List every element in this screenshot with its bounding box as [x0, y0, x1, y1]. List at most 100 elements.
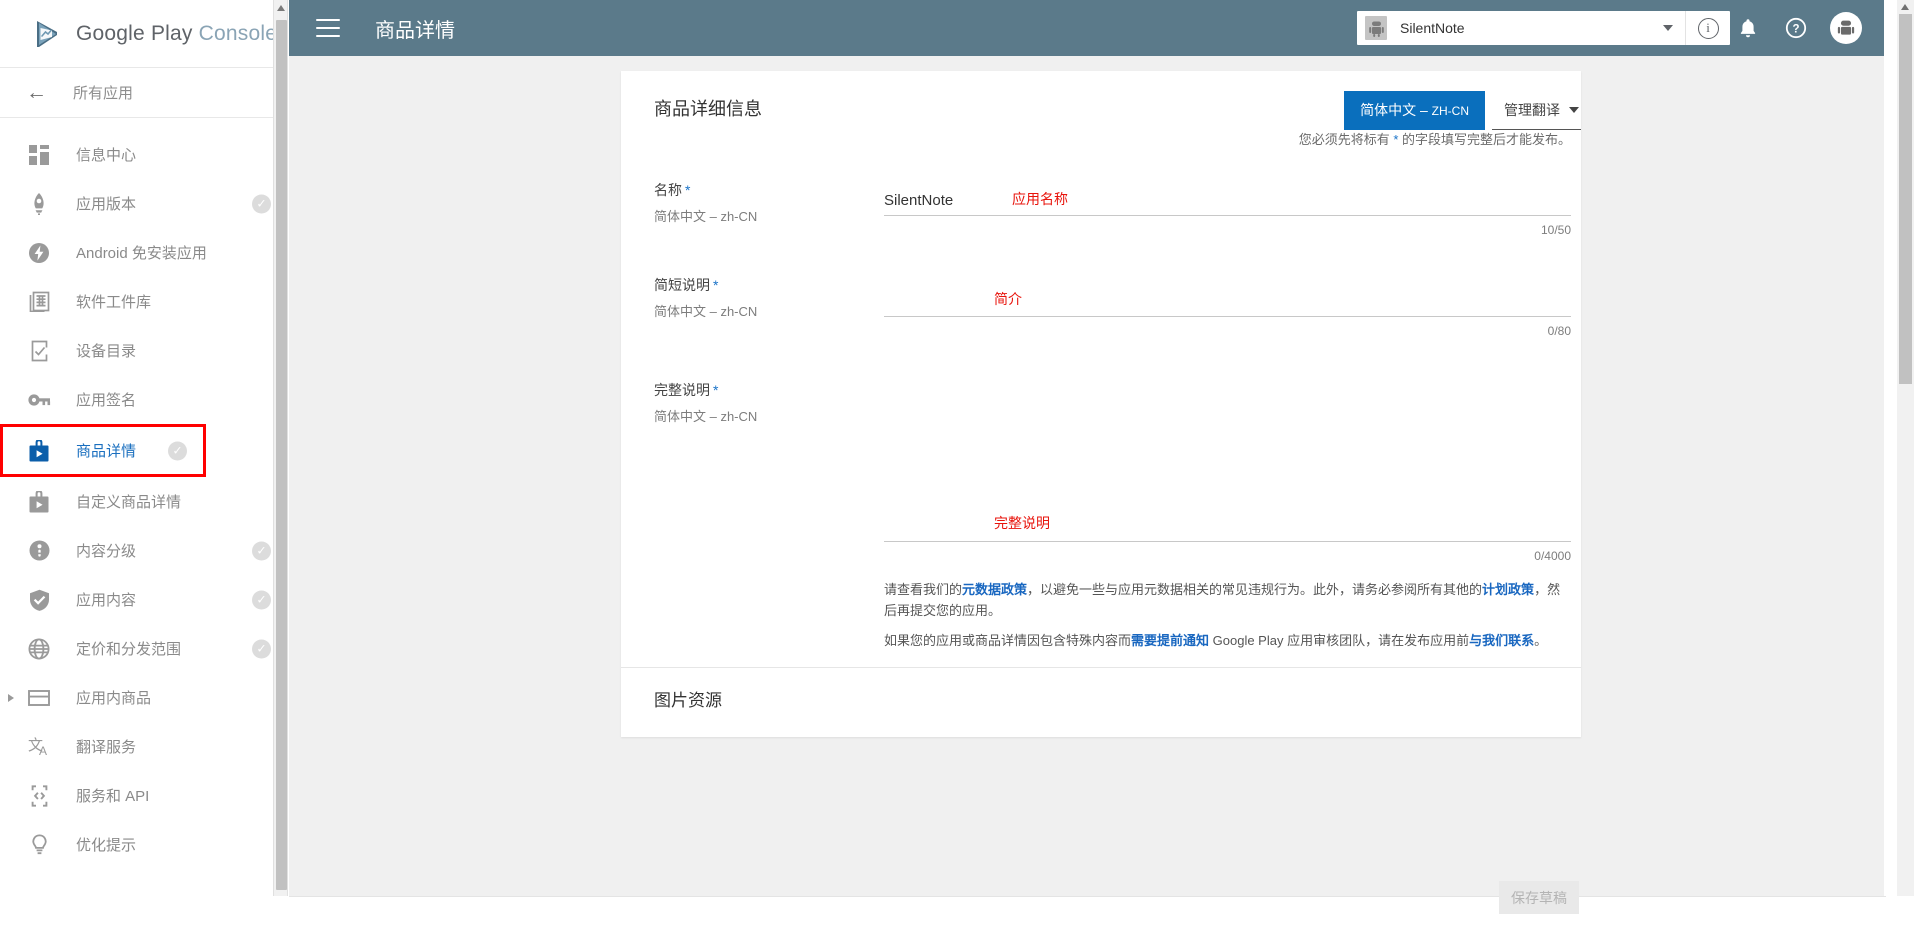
- rocket-icon: [26, 191, 52, 217]
- scroll-up-arrow-icon[interactable]: [277, 5, 285, 11]
- short-description-counter: 0/80: [884, 324, 1571, 338]
- main-content: 商品详细信息 简体中文 – ZH-CN 管理翻译 您必须先将标有 * 的字段填写…: [289, 56, 1884, 896]
- app-selector[interactable]: SilentNote i: [1357, 11, 1730, 45]
- annotation-short-description: 简介: [994, 289, 1022, 309]
- full-description-counter: 0/4000: [884, 549, 1571, 563]
- field-locale-label: 简体中文 – zh-CN: [654, 206, 884, 225]
- manage-translations-label: 管理翻译: [1504, 100, 1560, 120]
- policy-paragraph-1: 请查看我们的元数据政策，以避免一些与应用元数据相关的常见违规行为。此外，请务必参…: [884, 579, 1571, 621]
- sidebar-item-4[interactable]: 设备目录: [0, 326, 287, 375]
- check-circle-icon: ✓: [252, 590, 271, 609]
- sidebar-scrollbar[interactable]: [273, 0, 287, 896]
- chevron-right-icon[interactable]: [8, 694, 14, 702]
- field-input-full-description[interactable]: 完整说明 0/4000: [884, 378, 1571, 563]
- sidebar-item-label: 应用内商品: [76, 687, 151, 708]
- scroll-up-arrow-icon[interactable]: [1901, 4, 1909, 10]
- bell-icon[interactable]: [1734, 14, 1762, 42]
- credit-card-icon: [26, 685, 52, 711]
- sidebar-item-label: 软件工件库: [76, 291, 151, 312]
- sidebar-item-11[interactable]: 应用内商品: [0, 673, 287, 722]
- device-catalog-icon: [26, 338, 52, 364]
- language-tab-button[interactable]: 简体中文 – ZH-CN: [1344, 91, 1485, 130]
- brand-logo-text-console: Console: [199, 22, 277, 45]
- required-note-post: 的字段填写完整后才能发布。: [1398, 132, 1571, 147]
- language-name: 简体中文: [1360, 102, 1416, 118]
- back-to-all-apps[interactable]: ← 所有应用: [0, 68, 287, 118]
- field-title-text: 名称: [654, 182, 682, 198]
- window-scrollbar-thumb[interactable]: [1899, 14, 1912, 384]
- check-circle-icon: ✓: [252, 639, 271, 658]
- lightbulb-icon: [26, 832, 52, 858]
- title-input[interactable]: SilentNote 应用名称: [884, 178, 1571, 216]
- custom-store-listing-icon: [26, 489, 52, 515]
- save-draft-button[interactable]: 保存草稿: [1499, 881, 1579, 914]
- question-circle-icon[interactable]: ?: [1782, 14, 1810, 42]
- sidebar-item-9[interactable]: 应用内容 ✓: [0, 575, 287, 624]
- sidebar-item-label: 应用版本: [76, 193, 136, 214]
- code-brackets-icon: [26, 783, 52, 809]
- brand-logo-text: Google Play Console: [76, 22, 277, 46]
- play-triangle-icon: [32, 18, 64, 50]
- info-circle-icon[interactable]: i: [1686, 11, 1730, 45]
- field-label-short-description: 简短说明* 简体中文 – zh-CN: [654, 273, 884, 338]
- instant-bolt-icon: [26, 240, 52, 266]
- contact-us-link[interactable]: 与我们联系: [1469, 633, 1534, 648]
- sidebar-item-label: 应用内容: [76, 589, 136, 610]
- sidebar-item-0[interactable]: 信息中心: [0, 130, 287, 179]
- check-circle-icon: ✓: [168, 441, 187, 460]
- sidebar-item-6[interactable]: 商品详情✓: [0, 424, 206, 477]
- shield-check-icon: [26, 587, 52, 613]
- chevron-down-icon[interactable]: [1663, 25, 1673, 31]
- policy-p1-a: 请查看我们的: [884, 582, 962, 597]
- sidebar-item-3[interactable]: 软件工件库: [0, 277, 287, 326]
- sidebar-item-5[interactable]: 应用签名: [0, 375, 287, 424]
- window-scrollbar[interactable]: [1897, 0, 1914, 896]
- store-listing-card: 商品详细信息 简体中文 – ZH-CN 管理翻译 您必须先将标有 * 的字段填写…: [621, 71, 1581, 737]
- sidebar-item-label: 信息中心: [76, 144, 136, 165]
- policy-p2-b: Google Play 应用审核团队，请在发布应用前: [1209, 633, 1469, 648]
- sidebar-scrollbar-thumb[interactable]: [276, 20, 287, 890]
- sidebar-item-1[interactable]: 应用版本 ✓: [0, 179, 287, 228]
- field-input-title[interactable]: SilentNote 应用名称 10/50: [884, 178, 1571, 237]
- field-input-short-description[interactable]: 简介 0/80: [884, 273, 1571, 338]
- manage-translations-button[interactable]: 管理翻译: [1492, 91, 1581, 130]
- sidebar-item-8[interactable]: 内容分级✓: [0, 526, 287, 575]
- policy-p2-c: 。: [1534, 633, 1547, 648]
- field-row-full-description: 完整说明* 简体中文 – zh-CN 完整说明 0/4000: [621, 378, 1581, 563]
- field-title-label: 名称*: [654, 180, 884, 200]
- sidebar-item-7[interactable]: 自定义商品详情: [0, 477, 287, 526]
- sidebar-item-14[interactable]: 优化提示: [0, 820, 287, 869]
- sidebar-item-2[interactable]: Android 免安装应用: [0, 228, 287, 277]
- policy-paragraph-2: 如果您的应用或商品详情因包含特殊内容而需要提前通知 Google Play 应用…: [884, 630, 1571, 651]
- artifact-library-icon: [26, 289, 52, 315]
- sidebar-item-label: 应用签名: [76, 389, 136, 410]
- content-rating-icon: [26, 538, 52, 564]
- android-robot-icon: [1365, 16, 1387, 40]
- policy-p2-a: 如果您的应用或商品详情因包含特殊内容而: [884, 633, 1131, 648]
- title-input-value: SilentNote: [884, 192, 953, 209]
- program-policy-link[interactable]: 计划政策: [1482, 582, 1534, 597]
- sidebar-item-13[interactable]: 服务和 API: [0, 771, 287, 820]
- sidebar-item-label: 自定义商品详情: [76, 491, 181, 512]
- annotation-full-description: 完整说明: [994, 513, 1050, 533]
- field-title-text: 完整说明: [654, 382, 710, 398]
- sidebar-nav-list: 信息中心应用版本 ✓ Android 免安装应用软件工件库设备目录应用签名商品详情✓…: [0, 118, 287, 869]
- full-description-input[interactable]: 完整说明: [884, 378, 1571, 542]
- sidebar-item-10[interactable]: 定价和分发范围✓: [0, 624, 287, 673]
- short-description-input[interactable]: 简介: [884, 273, 1571, 317]
- account-avatar-icon[interactable]: [1830, 12, 1862, 44]
- field-title-label: 简短说明*: [654, 275, 884, 295]
- sidebar: Google Play Console ← 所有应用 信息中心应用版本 ✓ Andr…: [0, 0, 288, 896]
- sidebar-item-label: Android 免安装应用: [76, 242, 207, 263]
- metadata-policy-link[interactable]: 元数据政策: [962, 582, 1027, 597]
- chevron-down-icon: [1569, 107, 1579, 113]
- sidebar-item-12[interactable]: 文A翻译服务: [0, 722, 287, 771]
- check-circle-icon: ✓: [252, 194, 271, 213]
- advance-notice-link[interactable]: 需要提前通知: [1131, 633, 1209, 648]
- sidebar-item-label: 翻译服务: [76, 736, 136, 757]
- hamburger-icon[interactable]: [316, 19, 340, 37]
- brand-logo[interactable]: Google Play Console: [0, 0, 287, 68]
- field-row-short-description: 简短说明* 简体中文 – zh-CN 简介 0/80: [621, 273, 1581, 338]
- required-star: *: [713, 382, 718, 398]
- field-locale-label: 简体中文 – zh-CN: [654, 301, 884, 320]
